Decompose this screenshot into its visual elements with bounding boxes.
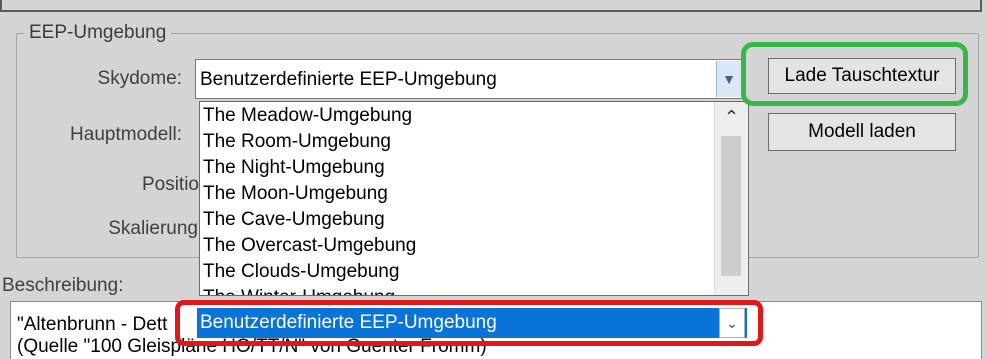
chevron-down-icon[interactable]: ▼ (716, 61, 741, 97)
skydome-label: Skydome: (97, 68, 182, 89)
dropdown-item-room[interactable]: The Room-Umgebung (203, 131, 391, 153)
modell-laden-button[interactable]: Modell laden (768, 113, 956, 151)
dropdown-item-meadow[interactable]: The Meadow-Umgebung (203, 105, 412, 127)
skydome-combobox-value: Benutzerdefinierte EEP-Umgebung (200, 69, 497, 90)
skydome-dropdown-list[interactable]: The Meadow-Umgebung The Room-Umgebung Th… (199, 101, 749, 296)
modell-laden-label: Modell laden (808, 121, 916, 142)
dropdown-item-night[interactable]: The Night-Umgebung (203, 157, 385, 179)
scrollbar-thumb[interactable] (721, 136, 741, 276)
dropdown-item-moon[interactable]: The Moon-Umgebung (203, 183, 388, 205)
description-line-1: "Altenbrunn - Dett (17, 314, 168, 335)
beschreibung-label: Beschreibung: (2, 275, 124, 296)
skydome-combobox[interactable]: Benutzerdefinierte EEP-Umgebung ▼ (195, 59, 743, 99)
skalierung-label: Skalierung (108, 218, 198, 239)
top-panel-edge (0, 0, 982, 12)
chevron-up-icon[interactable]: ⌃ (715, 102, 748, 132)
groupbox-title: EEP-Umgebung (24, 22, 172, 44)
dropdown-item-winter[interactable]: The Winter-Umgebung (203, 287, 395, 295)
position-label: Positio (141, 174, 199, 195)
dropdown-item-cave[interactable]: The Cave-Umgebung (203, 209, 385, 231)
red-highlight-annotation (175, 300, 763, 346)
hauptmodell-label: Hauptmodell: (70, 124, 182, 145)
dropdown-scrollbar[interactable]: ⌃ (714, 102, 748, 295)
dropdown-item-clouds[interactable]: The Clouds-Umgebung (203, 261, 399, 283)
dropdown-item-overcast[interactable]: The Overcast-Umgebung (203, 235, 416, 257)
green-highlight-annotation (741, 42, 968, 106)
